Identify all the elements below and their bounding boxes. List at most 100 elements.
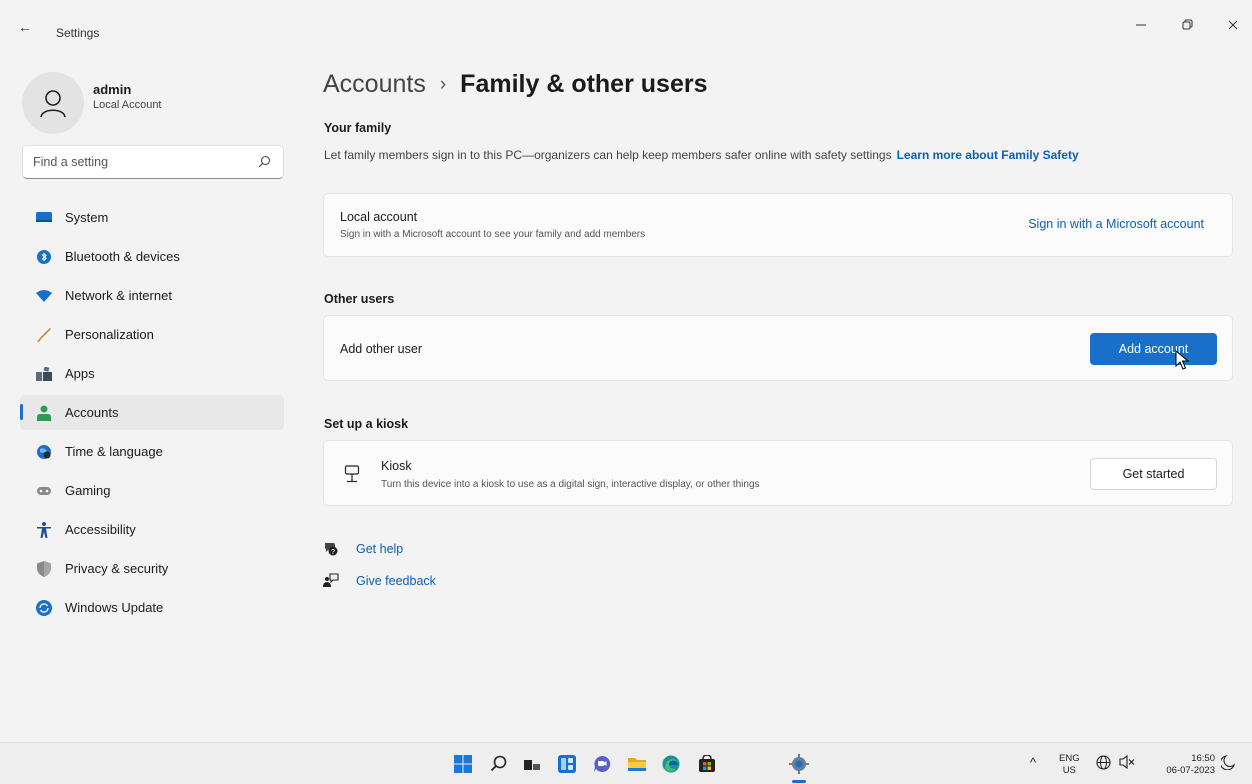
widgets-icon (558, 755, 576, 773)
start-button[interactable] (452, 753, 474, 775)
sidebar-item-label: Apps (65, 366, 95, 381)
kiosk-card: Kiosk Turn this device into a kiosk to u… (323, 440, 1233, 506)
sidebar-item-privacy[interactable]: Privacy & security (20, 551, 284, 586)
search-box[interactable] (22, 145, 284, 179)
search-input[interactable] (33, 152, 243, 172)
sidebar-item-label: System (65, 210, 109, 225)
file-explorer-button[interactable] (626, 753, 648, 775)
learn-more-family-safety-link[interactable]: Learn more about Family Safety (897, 148, 1079, 162)
restore-icon (1182, 19, 1193, 30)
update-icon (36, 600, 52, 616)
clock[interactable]: 16:50 06-07-2023 (1150, 753, 1215, 784)
language-code: ENG (1059, 753, 1080, 764)
active-indicator (20, 404, 23, 420)
windows-logo-icon (454, 755, 472, 773)
network-globe-icon[interactable] (1096, 755, 1111, 773)
sidebar-item-time-language[interactable]: Time & language (20, 434, 284, 469)
local-account-card: Local account Sign in with a Microsoft a… (323, 193, 1233, 257)
get-help-label: Get help (356, 542, 404, 556)
profile-name: admin (93, 82, 132, 97)
search-icon[interactable] (258, 155, 271, 171)
language-region: US (1062, 765, 1076, 776)
accessibility-icon (36, 522, 52, 538)
brush-icon (36, 327, 52, 343)
add-other-user-card: Add other user Add account (323, 315, 1233, 381)
system-icon (36, 210, 52, 226)
task-view-button[interactable] (521, 753, 543, 775)
clock-date: 06-07-2023 (1166, 765, 1215, 776)
sidebar-item-network[interactable]: Network & internet (20, 278, 284, 313)
sidebar-item-label: Personalization (65, 327, 154, 342)
store-icon (699, 755, 715, 772)
breadcrumb-separator: › (439, 74, 447, 95)
kiosk-icon (344, 465, 360, 486)
sidebar-item-system[interactable]: System (20, 200, 284, 235)
local-account-subtitle: Sign in with a Microsoft account to see … (340, 229, 646, 240)
kiosk-title: Kiosk (381, 459, 412, 473)
breadcrumb: Accounts › Family & other users (323, 70, 707, 99)
taskbar-search-button[interactable] (488, 753, 510, 775)
sidebar-item-label: Accounts (65, 405, 119, 420)
sidebar-item-bluetooth[interactable]: Bluetooth & devices (20, 239, 284, 274)
accounts-icon (36, 405, 52, 421)
chat-button[interactable] (591, 753, 613, 775)
sidebar-item-accounts[interactable]: Accounts (20, 395, 284, 430)
edge-button[interactable] (660, 753, 682, 775)
title-bar: ← Settings (0, 0, 1252, 40)
maximize-button[interactable] (1172, 12, 1202, 38)
mouse-cursor-icon (1175, 350, 1189, 370)
profile-account-type: Local Account (93, 99, 162, 111)
edge-icon (662, 755, 680, 773)
breadcrumb-parent[interactable]: Accounts (323, 70, 426, 98)
globe-clock-icon (36, 444, 52, 460)
gear-icon (789, 754, 809, 774)
section-title-other-users: Other users (324, 292, 395, 306)
notifications-moon-icon[interactable] (1219, 755, 1236, 773)
shield-icon (36, 561, 52, 577)
bluetooth-icon (36, 249, 52, 265)
minimize-button[interactable] (1126, 12, 1156, 38)
folder-icon (628, 758, 646, 771)
add-other-user-label: Add other user (340, 342, 422, 356)
apps-icon (36, 366, 52, 382)
volume-muted-icon[interactable] (1119, 754, 1135, 772)
sidebar-item-label: Network & internet (65, 288, 172, 303)
show-hidden-icons-chevron-up-icon[interactable]: ^ (1030, 755, 1036, 784)
section-title-kiosk: Set up a kiosk (324, 417, 409, 431)
give-feedback-link[interactable]: Give feedback (323, 572, 463, 592)
kiosk-subtitle: Turn this device into a kiosk to use as … (381, 479, 760, 490)
widgets-button[interactable] (556, 753, 578, 775)
sidebar-item-windows-update[interactable]: Windows Update (20, 590, 284, 625)
sidebar-item-gaming[interactable]: Gaming (20, 473, 284, 508)
close-icon (1228, 20, 1238, 30)
language-indicator[interactable]: ENG US (1059, 753, 1080, 784)
get-help-link[interactable]: ? Get help (323, 540, 443, 560)
person-icon (40, 90, 66, 118)
sidebar-item-accessibility[interactable]: Accessibility (20, 512, 284, 547)
get-started-button[interactable]: Get started (1090, 458, 1217, 490)
settings-taskbar-button[interactable] (788, 753, 810, 775)
give-feedback-label: Give feedback (356, 574, 436, 588)
section-title-your-family: Your family (324, 121, 392, 135)
back-arrow-icon[interactable]: ← (18, 20, 32, 34)
sidebar-item-label: Privacy & security (65, 561, 169, 576)
minimize-icon (1136, 24, 1146, 26)
page-title: Family & other users (460, 70, 708, 98)
sidebar-item-label: Bluetooth & devices (65, 249, 180, 264)
add-account-button[interactable]: Add account (1090, 333, 1217, 365)
sidebar-item-apps[interactable]: Apps (20, 356, 284, 391)
sidebar-item-personalization[interactable]: Personalization (20, 317, 284, 352)
app-title: Settings (56, 26, 100, 40)
taskbar-active-indicator (792, 780, 806, 783)
close-button[interactable] (1218, 12, 1248, 38)
sidebar-item-label: Time & language (65, 444, 163, 459)
sign-in-microsoft-account-link[interactable]: Sign in with a Microsoft account (1028, 217, 1204, 231)
family-description-text: Let family members sign in to this PC—or… (324, 148, 892, 162)
clock-time: 16:50 (1191, 753, 1215, 764)
taskbar: ^ ENG US 16:50 06-07-2023 (0, 742, 1252, 784)
store-button[interactable] (696, 753, 718, 775)
sidebar-item-label: Windows Update (65, 600, 164, 615)
help-icon: ? (323, 541, 339, 560)
feedback-icon (323, 573, 339, 592)
avatar (22, 72, 84, 134)
